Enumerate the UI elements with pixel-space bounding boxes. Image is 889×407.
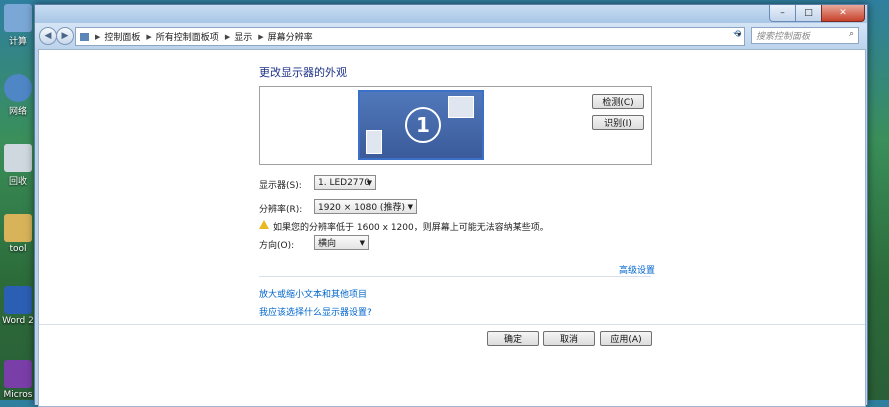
desktop-icon-label: 计算 [8,37,27,47]
visual-studio-icon [4,360,32,388]
resolution-value: 1920 × 1080 (推荐) [318,203,405,213]
forward-button[interactable]: ▶ [56,27,74,45]
identify-button[interactable]: 识别(I) [592,115,644,130]
orientation-select[interactable]: 横向 ▼ [314,235,369,250]
maximize-button[interactable]: □ [795,5,822,22]
search-input[interactable]: 搜索控制面板 ⌕ [751,27,859,44]
chevron-down-icon: ▼ [359,239,365,247]
breadcrumb-display[interactable]: 显示 [234,30,252,43]
warning-icon [259,220,269,229]
desktop-icon-recycle[interactable]: 回收 [0,144,36,187]
search-placeholder: 搜索控制面板 [756,32,811,42]
network-icon [4,74,32,102]
text-size-link[interactable]: 放大或缩小文本和其他项目 [259,287,367,300]
desktop-icon-label: Micros [3,390,33,400]
caption-buttons: – □ ✕ [769,5,865,22]
resolution-label: 分辨率(R): [259,205,303,215]
breadcrumb-arrow-icon: ▶ [95,32,101,41]
desktop-icon-label: Word 2 [2,316,34,326]
resolution-select[interactable]: 1920 × 1080 (推荐) ▼ [314,199,417,214]
control-panel-icon [80,32,89,41]
minimize-button[interactable]: – [769,5,796,22]
main-content: 更改显示器的外观 1 检测(C) 识别(I) 显示器(S): 1. LED277… [38,49,866,407]
breadcrumb-screen-resolution[interactable]: 屏幕分辨率 [268,30,313,43]
desktop-icon-network[interactable]: 网络 [0,74,36,117]
divider [259,276,651,277]
display-label: 显示器(S): [259,181,302,191]
display-settings-help-link[interactable]: 我应该选择什么显示器设置? [259,305,372,318]
back-button[interactable]: ◀ [39,27,57,45]
desktop-icon-label: 回收 [8,177,27,187]
computer-icon [4,4,32,32]
desktop-icon-tools[interactable]: tool [0,214,36,254]
monitor-window-icon [448,96,474,118]
monitor-window-icon [366,130,382,154]
folder-icon [4,214,32,242]
breadcrumb-arrow-icon: ▶ [146,32,152,41]
apply-button[interactable]: 应用(A) [600,331,652,346]
breadcrumb-control-panel[interactable]: 控制面板 [104,30,140,43]
ok-button[interactable]: 确定 [487,331,539,346]
page-title: 更改显示器的外观 [259,66,347,79]
title-bar[interactable]: – □ ✕ [35,5,867,23]
chevron-down-icon: ▼ [366,179,372,187]
breadcrumb-all-items[interactable]: 所有控制面板项 [156,30,219,43]
orientation-label: 方向(O): [259,241,295,251]
desktop-icon-word[interactable]: Word 2 [0,286,36,326]
monitor-number: 1 [405,107,441,143]
close-button[interactable]: ✕ [821,5,865,22]
desktop-icon-visual-studio[interactable]: Micros [0,360,36,400]
detect-button[interactable]: 检测(C) [592,94,644,109]
advanced-settings-link[interactable]: 高级设置 [619,263,655,276]
recycle-bin-icon [4,144,32,172]
address-bar[interactable]: ▶ 控制面板 ▶ 所有控制面板项 ▶ 显示 ▶ 屏幕分辨率 ▾ [75,27,745,46]
search-icon[interactable]: ⌕ [849,29,854,39]
breadcrumb-arrow-icon: ▶ [258,32,264,41]
cancel-button[interactable]: 取消 [543,331,595,346]
desktop-icon-computer[interactable]: 计算 [0,4,36,47]
chevron-down-icon: ▼ [407,203,413,211]
desktop-icon-label: 网络 [8,107,27,117]
display-select[interactable]: 1. LED2770 ▼ [314,175,376,190]
breadcrumb-arrow-icon: ▶ [224,32,231,41]
monitor-preview-area: 1 检测(C) 识别(I) [259,86,652,165]
navigation-bar: ◀ ▶ ▶ 控制面板 ▶ 所有控制面板项 ▶ 显示 ▶ 屏幕分辨率 ▾ ⟲ 搜索… [35,23,867,49]
orientation-value: 横向 [318,239,337,249]
word-icon [4,286,32,314]
divider [39,324,865,325]
warning-text: 如果您的分辨率低于 1600 x 1200，则屏幕上可能无法容纳某些项。 [273,223,549,233]
display-value: 1. LED2770 [318,177,370,188]
refresh-icon[interactable]: ⟲ [733,29,741,40]
screen-resolution-window: – □ ✕ ◀ ▶ ▶ 控制面板 ▶ 所有控制面板项 ▶ 显示 ▶ 屏幕分辨率 … [34,4,868,407]
monitor-1[interactable]: 1 [358,90,484,160]
desktop-icon-label: tool [9,244,27,254]
